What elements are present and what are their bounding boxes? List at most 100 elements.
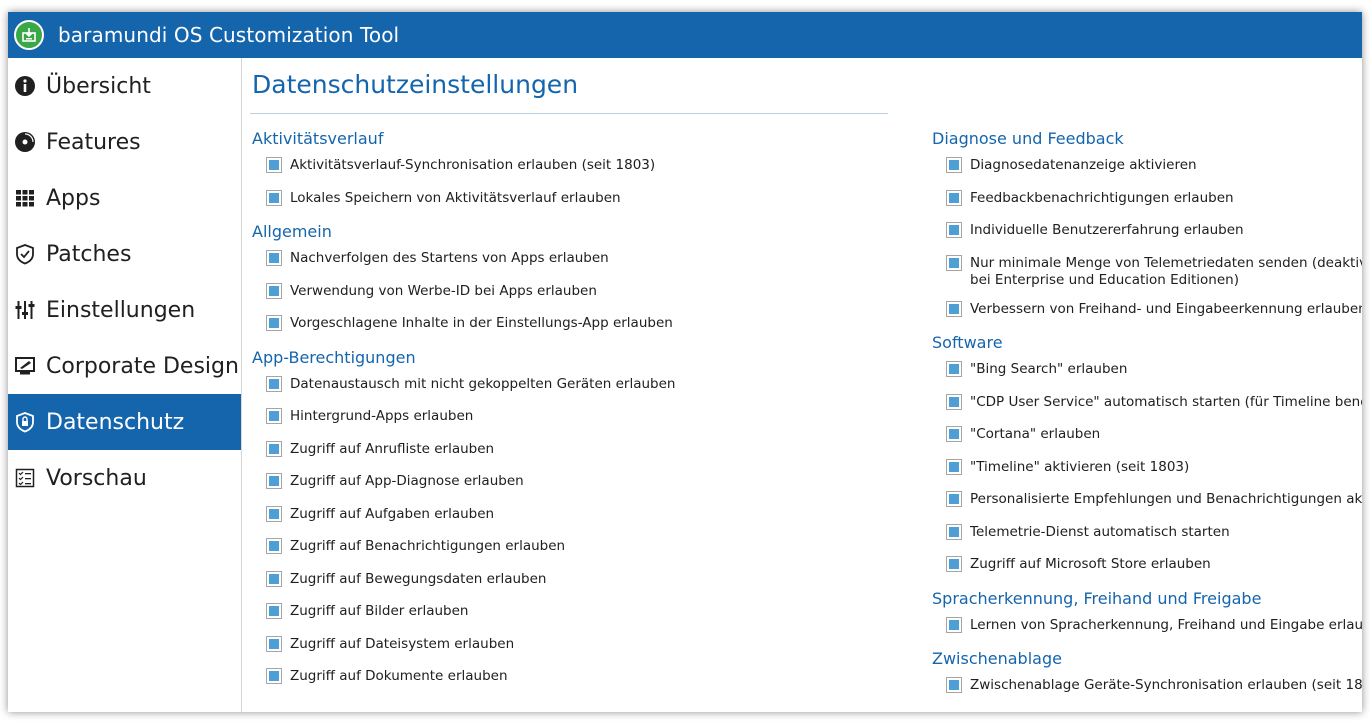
option-checkbox[interactable] [946, 300, 962, 317]
checkbox-indeterminate-mark [269, 160, 279, 170]
option-checkbox[interactable] [266, 570, 282, 587]
checkbox-indeterminate-mark [949, 559, 959, 569]
option-checkbox[interactable] [946, 458, 962, 475]
option-label: "CDP User Service" automatisch starten (… [970, 393, 1362, 410]
sidebar-item-vorschau[interactable]: Vorschau [8, 450, 241, 506]
sidebar-item-features[interactable]: Features [8, 114, 241, 170]
checkbox-indeterminate-mark [949, 461, 959, 472]
option-row[interactable]: Zugriff auf Microsoft Store erlauben [932, 551, 1362, 584]
option-label: Datenaustausch mit nicht gekoppelten Ger… [290, 375, 676, 392]
option-checkbox[interactable] [266, 635, 282, 652]
option-label: Zugriff auf Anrufliste erlauben [290, 440, 495, 457]
option-row[interactable]: Zwischenablage Geräte-Synchronisation er… [932, 672, 1362, 705]
option-row[interactable]: Zugriff auf Anrufliste erlauben [252, 436, 892, 469]
option-checkbox[interactable] [266, 505, 282, 522]
option-checkbox[interactable] [266, 440, 282, 457]
option-label: Personalisierte Empfehlungen und Benachr… [970, 491, 1362, 507]
option-row[interactable]: Zugriff auf Bilder erlauben [252, 598, 892, 631]
sidebar-item-einstellungen[interactable]: Einstellungen [8, 282, 241, 338]
option-row[interactable]: Individuelle Benutzererfahrung erlauben [932, 217, 1362, 250]
option-row[interactable]: Telemetrie-Dienst automatisch starten [932, 519, 1362, 552]
option-label: Individuelle Benutzererfahrung erlauben [970, 222, 1244, 238]
checkbox-indeterminate-mark [949, 364, 959, 374]
option-row[interactable]: Personalisierte Empfehlungen und Benachr… [932, 486, 1362, 519]
option-row[interactable]: Hintergrund-Apps erlauben [252, 403, 892, 436]
option-row[interactable]: Vorgeschlagene Inhalte in der Einstellun… [252, 310, 892, 343]
option-row[interactable]: Zugriff auf Dateisystem erlauben [252, 631, 892, 664]
option-row[interactable]: Zugriff auf Aufgaben erlauben [252, 501, 892, 534]
option-label: "Timeline" aktivieren (seit 1803) [970, 458, 1190, 475]
option-checkbox[interactable] [946, 616, 962, 633]
option-checkbox[interactable] [266, 668, 282, 684]
checkbox-indeterminate-mark [269, 573, 279, 584]
option-checkbox[interactable] [266, 375, 282, 392]
option-row[interactable]: Zugriff auf Benachrichtigungen erlauben [252, 533, 892, 566]
option-row[interactable]: Nur minimale Menge von Telemetriedaten s… [932, 250, 1362, 296]
right-column: Diagnose und Feedback Diagnosedatenanzeig… [932, 124, 1362, 705]
option-checkbox[interactable] [946, 556, 962, 572]
option-checkbox[interactable] [266, 157, 282, 173]
checkbox-indeterminate-mark [269, 443, 279, 454]
option-checkbox[interactable] [266, 408, 282, 424]
option-checkbox[interactable] [946, 523, 962, 540]
option-checkbox[interactable] [946, 189, 962, 206]
option-row[interactable]: "Cortana" erlauben [932, 421, 1362, 454]
sidebar-item-corporate-design[interactable]: Corporate Design [8, 338, 241, 394]
option-checkbox[interactable] [946, 491, 962, 507]
option-row[interactable]: "Timeline" aktivieren (seit 1803) [932, 454, 1362, 487]
option-checkbox[interactable] [266, 315, 282, 331]
option-checkbox[interactable] [266, 473, 282, 489]
option-row[interactable]: Aktivitätsverlauf-Synchronisation erlaub… [252, 152, 892, 185]
option-checkbox[interactable] [266, 603, 282, 619]
sidebar-item-label: Datenschutz [46, 409, 185, 435]
sidebar-item-patches[interactable]: Patches [8, 226, 241, 282]
option-checkbox[interactable] [946, 426, 962, 442]
option-checkbox[interactable] [266, 282, 282, 299]
checklist-icon [12, 465, 38, 491]
checkbox-indeterminate-mark [269, 638, 279, 649]
option-row[interactable]: Zugriff auf Dokumente erlauben [252, 663, 892, 696]
option-checkbox[interactable] [946, 677, 962, 693]
option-row[interactable]: Verbessern von Freihand- und Eingabeerke… [932, 296, 1362, 329]
section-title: Zwischenablage [932, 649, 1062, 668]
app-title: baramundi OS Customization Tool [58, 23, 400, 47]
option-row[interactable]: Feedbackbenachrichtigungen erlauben [932, 185, 1362, 218]
option-row[interactable]: Datenaustausch mit nicht gekoppelten Ger… [252, 371, 892, 404]
section-title: Allgemein [252, 222, 332, 241]
checkbox-indeterminate-mark [269, 411, 279, 421]
option-row[interactable]: "CDP User Service" automatisch starten (… [932, 389, 1362, 422]
app-logo-icon [14, 20, 44, 50]
sliders-icon [12, 297, 38, 323]
sidebar-item-label: Vorschau [46, 465, 147, 491]
option-row[interactable]: Verwendung von Werbe-ID bei Apps erlaube… [252, 278, 892, 311]
option-checkbox[interactable] [266, 250, 282, 266]
option-row[interactable]: Lokales Speichern von Aktivitätsverlauf … [252, 185, 892, 218]
option-checkbox[interactable] [946, 254, 962, 271]
option-row[interactable]: Zugriff auf App-Diagnose erlauben [252, 468, 892, 501]
option-row[interactable]: Lernen von Spracherkennung, Freihand und… [932, 612, 1362, 645]
option-row[interactable]: Nachverfolgen des Startens von Apps erla… [252, 245, 892, 278]
option-checkbox[interactable] [946, 157, 962, 173]
option-label: "Cortana" erlauben [970, 426, 1101, 442]
option-checkbox[interactable] [266, 538, 282, 554]
checkbox-indeterminate-mark [269, 476, 279, 486]
option-row[interactable]: Diagnosedatenanzeige aktivieren [932, 152, 1362, 185]
sidebar-item-apps[interactable]: Apps [8, 170, 241, 226]
option-checkbox[interactable] [946, 222, 962, 238]
sidebar-item-datenschutz[interactable]: Datenschutz [8, 394, 241, 450]
option-checkbox[interactable] [946, 393, 962, 410]
option-label: Lernen von Spracherkennung, Freihand und… [970, 616, 1362, 633]
section-title: Aktivitätsverlauf [252, 129, 384, 148]
section-title: App-Berechtigungen [252, 347, 416, 367]
option-label: Lokales Speichern von Aktivitätsverlauf … [290, 189, 621, 206]
sidebar-item-label: Corporate Design [46, 353, 239, 379]
option-row[interactable]: "Bing Search" erlauben [932, 356, 1362, 389]
option-checkbox[interactable] [946, 361, 962, 377]
sidebar-item-uebersicht[interactable]: Übersicht [8, 58, 241, 114]
app-window: baramundi OS Customization Tool Übersich… [8, 12, 1362, 712]
option-checkbox[interactable] [266, 189, 282, 206]
checkbox-indeterminate-mark [949, 526, 959, 537]
left-column: Aktivitätsverlauf Aktivitätsverlauf-Synch… [252, 124, 892, 696]
option-row[interactable]: Zugriff auf Bewegungsdaten erlauben [252, 566, 892, 599]
checkbox-indeterminate-mark [949, 680, 959, 690]
